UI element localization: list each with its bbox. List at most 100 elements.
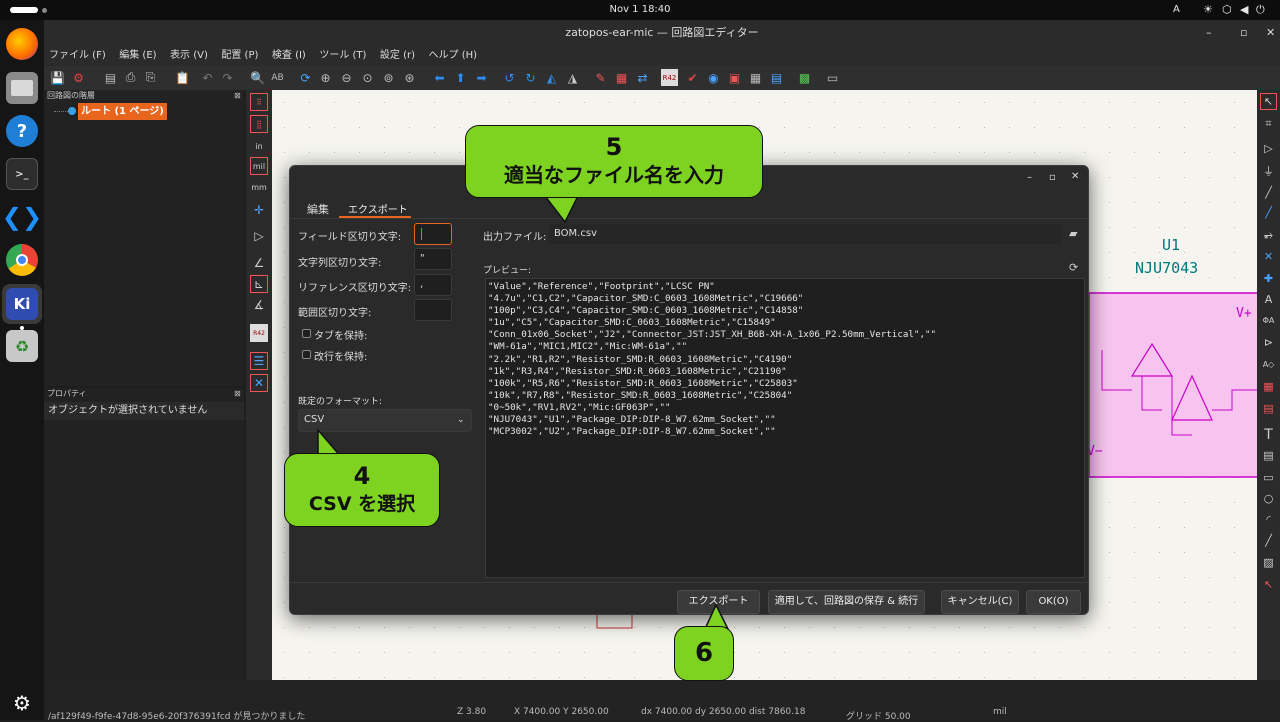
string-delimiter-input[interactable]: " bbox=[414, 248, 452, 270]
output-file-input[interactable]: BOM.csv bbox=[548, 223, 1063, 245]
cancel-button[interactable]: キャンセル(C) bbox=[941, 590, 1019, 614]
add-wire-icon[interactable]: ╱ bbox=[1260, 184, 1277, 201]
navigate-forward-icon[interactable]: ➡ bbox=[473, 69, 490, 86]
trash-icon[interactable]: ♻ bbox=[6, 330, 38, 362]
firefox-icon[interactable] bbox=[6, 28, 38, 60]
undo-icon[interactable]: ↶ bbox=[199, 69, 216, 86]
ok-button[interactable]: OK(O) bbox=[1026, 590, 1081, 614]
chrome-icon[interactable] bbox=[6, 244, 38, 276]
refresh-icon[interactable]: ⟳ bbox=[297, 69, 314, 86]
add-symbol-icon[interactable]: ▷ bbox=[1260, 140, 1277, 157]
units-inch-icon[interactable]: in bbox=[250, 137, 268, 155]
add-bus-icon[interactable]: ╱ bbox=[1260, 204, 1277, 221]
annotate-r42-icon[interactable]: R42 bbox=[661, 69, 678, 86]
panel-close-icon[interactable]: ⊠ bbox=[234, 389, 241, 398]
keep-tabs-checkbox[interactable] bbox=[302, 329, 311, 338]
menu-help[interactable]: ヘルプ (H) bbox=[424, 46, 483, 66]
units-mm-icon[interactable]: mm bbox=[250, 178, 268, 196]
add-textbox-icon[interactable]: ▤ bbox=[1260, 447, 1277, 464]
mirror-vertical-icon[interactable]: ◭ bbox=[543, 69, 560, 86]
maximize-icon[interactable]: ▫ bbox=[1240, 20, 1247, 46]
add-sheet-icon[interactable]: ▦ bbox=[1260, 378, 1277, 395]
assign-footprints-icon[interactable]: ▣ bbox=[726, 69, 743, 86]
bom-table-icon[interactable]: ▤ bbox=[768, 69, 785, 86]
input-method-indicator[interactable]: A bbox=[1173, 4, 1180, 15]
range-separator-input[interactable] bbox=[414, 299, 452, 321]
net-label-icon[interactable]: A bbox=[1260, 291, 1277, 308]
mirror-horizontal-icon[interactable]: ◮ bbox=[564, 69, 581, 86]
highlight-net-icon[interactable]: ⌗ bbox=[1260, 115, 1277, 132]
junction-icon[interactable]: ✚ bbox=[1260, 270, 1277, 287]
symbol-browser-icon[interactable]: ▦ bbox=[613, 69, 630, 86]
add-rectangle-icon[interactable]: ▭ bbox=[1260, 469, 1277, 486]
dialog-close-icon[interactable]: ✕ bbox=[1071, 171, 1079, 182]
zoom-in-icon[interactable]: ⊕ bbox=[317, 69, 334, 86]
line-mode-free-icon[interactable]: ∠ bbox=[250, 254, 268, 272]
zoom-fit-icon[interactable]: ⊙ bbox=[359, 69, 376, 86]
find-icon[interactable]: 🔍 bbox=[249, 69, 266, 86]
paste-icon[interactable]: 📋 bbox=[174, 69, 191, 86]
grid-icon[interactable]: ⠿ bbox=[250, 93, 268, 111]
find-replace-icon[interactable]: AB bbox=[269, 69, 286, 86]
refresh-preview-icon[interactable]: ⟳ bbox=[1069, 261, 1078, 274]
delete-tool-icon[interactable]: ↖ bbox=[1260, 576, 1277, 593]
navigate-back-icon[interactable]: ⬅ bbox=[431, 69, 448, 86]
line-mode-90-icon[interactable]: ⊾ bbox=[250, 275, 268, 293]
vscode-icon[interactable]: ❮❯ bbox=[2, 201, 42, 233]
preview-text-area[interactable]: "Value","Reference","Footprint","LCSC PN… bbox=[485, 278, 1085, 578]
global-label-icon[interactable]: ⊳ bbox=[1260, 334, 1277, 351]
dialog-maximize-icon[interactable]: ▫ bbox=[1049, 172, 1056, 183]
properties-toggle-icon[interactable]: ✕ bbox=[250, 374, 268, 392]
menu-tools[interactable]: ツール (T) bbox=[314, 46, 371, 66]
import-sheet-pin-icon[interactable]: ▤ bbox=[1260, 400, 1277, 417]
add-text-icon[interactable]: T bbox=[1260, 426, 1277, 443]
menu-view[interactable]: 表示 (V) bbox=[165, 46, 213, 66]
apply-save-continue-button[interactable]: 適用して、回路図の保存 & 続行 bbox=[768, 590, 925, 614]
erc-icon[interactable]: ✔ bbox=[684, 69, 701, 86]
grid-overrides-icon[interactable]: ⣿ bbox=[250, 115, 268, 133]
no-connect-icon[interactable]: ✕ bbox=[1260, 248, 1277, 265]
reference-separator-input[interactable]: , bbox=[414, 274, 452, 296]
tab-export[interactable]: エクスポート bbox=[348, 201, 408, 216]
add-line-icon[interactable]: ╱ bbox=[1260, 532, 1277, 549]
zoom-selection-icon[interactable]: ⊛ bbox=[401, 69, 418, 86]
panel-close-icon[interactable]: ⊠ bbox=[234, 91, 241, 100]
zoom-objects-icon[interactable]: ⊚ bbox=[380, 69, 397, 86]
wire-bus-entry-icon[interactable]: ⥵ bbox=[1260, 226, 1277, 243]
tab-export-container[interactable]: エクスポート bbox=[339, 196, 411, 218]
redo-icon[interactable]: ↷ bbox=[219, 69, 236, 86]
hierarchical-label-icon[interactable]: A◇ bbox=[1260, 356, 1277, 373]
print-icon[interactable]: ⎙ bbox=[122, 69, 139, 86]
power-icon[interactable]: ⏻ bbox=[1256, 3, 1265, 17]
hierarchy-root-item[interactable]: ルート (1 ページ) bbox=[78, 103, 167, 120]
export-button[interactable]: エクスポート bbox=[677, 590, 760, 614]
cursor-crosshair-icon[interactable]: ✛ bbox=[250, 201, 268, 219]
symbol-editor-icon[interactable]: ✎ bbox=[592, 69, 609, 86]
menu-file[interactable]: ファイル (F) bbox=[44, 46, 111, 66]
folder-icon[interactable]: ▰ bbox=[1069, 227, 1077, 240]
help-icon[interactable]: ? bbox=[6, 115, 38, 147]
plot-icon[interactable]: ⎘ bbox=[142, 69, 159, 86]
kicad-icon[interactable]: Ki bbox=[6, 288, 38, 320]
preset-format-select[interactable]: CSV ⌄ bbox=[298, 409, 472, 432]
files-icon[interactable] bbox=[6, 72, 38, 104]
add-arc-icon[interactable]: ◜ bbox=[1260, 511, 1277, 528]
add-circle-icon[interactable]: ○ bbox=[1260, 490, 1277, 507]
dialog-minimize-icon[interactable]: – bbox=[1027, 172, 1032, 183]
schematic-setup-icon[interactable]: ⚙ bbox=[70, 69, 87, 86]
show-apps-icon[interactable]: ⚙ bbox=[6, 687, 38, 719]
line-mode-45-icon[interactable]: ∡ bbox=[250, 296, 268, 314]
minimize-icon[interactable]: – bbox=[1206, 20, 1212, 46]
close-icon[interactable]: ✕ bbox=[1266, 20, 1275, 46]
navigate-up-icon[interactable]: ⬆ bbox=[452, 69, 469, 86]
menu-preferences[interactable]: 設定 (r) bbox=[375, 46, 420, 66]
terminal-icon[interactable]: >_ bbox=[6, 158, 38, 190]
hierarchy-toggle-icon[interactable]: ☰ bbox=[250, 352, 268, 370]
tab-edit[interactable]: 編集 bbox=[307, 201, 329, 217]
scripting-console-icon[interactable]: ▭ bbox=[824, 69, 841, 86]
save-icon[interactable]: 💾 bbox=[49, 69, 66, 86]
annotation-icon[interactable]: R42 bbox=[250, 324, 268, 342]
bom-icon[interactable]: ▦ bbox=[747, 69, 764, 86]
menu-inspect[interactable]: 検査 (I) bbox=[267, 46, 311, 66]
rotate-cw-icon[interactable]: ↻ bbox=[522, 69, 539, 86]
